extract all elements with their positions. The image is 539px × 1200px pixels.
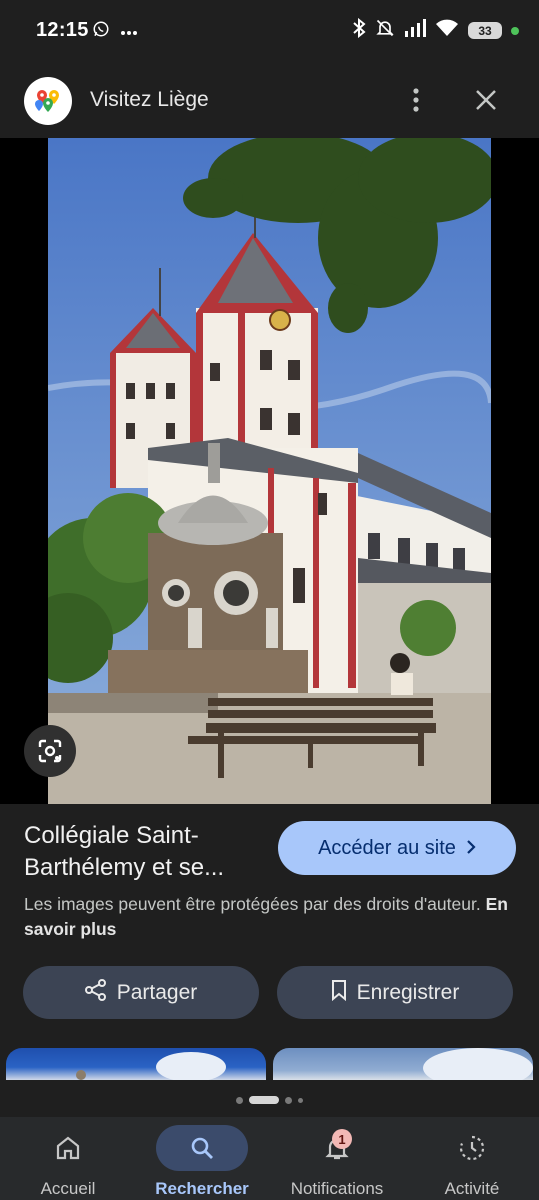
search-icon [156, 1125, 248, 1171]
notification-badge: 1 [332, 1129, 352, 1149]
whatsapp-icon [92, 20, 110, 43]
share-button[interactable]: Partager [23, 966, 259, 1019]
status-bar: 12:15 33 [0, 0, 539, 62]
nav-label-activity: Activité [444, 1179, 500, 1198]
battery-icon: 33 [468, 22, 502, 39]
bluetooth-icon [352, 17, 366, 43]
related-image[interactable] [6, 1048, 266, 1080]
visit-site-button[interactable]: Accéder au site [278, 821, 516, 875]
home-icon [22, 1125, 114, 1171]
place-title[interactable]: Collégiale Saint-Barthélemy et se... [24, 820, 274, 884]
more-vert-icon[interactable] [400, 84, 432, 116]
activity-icon [426, 1125, 518, 1171]
pager-dot [236, 1096, 243, 1104]
nav-item-search[interactable]: Rechercher [137, 1117, 267, 1200]
save-button[interactable]: Enregistrer [277, 966, 513, 1019]
nav-label-home: Accueil [40, 1179, 96, 1198]
related-image[interactable] [273, 1048, 533, 1080]
status-time: 12:15 [36, 19, 89, 41]
wifi-icon [435, 19, 459, 42]
pager-dot-active [249, 1096, 279, 1104]
header-title: Visitez Liège [90, 88, 209, 111]
image-viewer [0, 138, 539, 804]
copyright-text: Les images peuvent être protégées par de… [24, 894, 481, 914]
google-lens-icon[interactable] [24, 725, 76, 777]
chevron-right-icon [466, 837, 476, 860]
header: Visitez Liège [0, 62, 539, 138]
bottom-navigation: Accueil Rechercher 1 Notifications Activ… [0, 1117, 539, 1200]
bookmark-icon [331, 979, 347, 1007]
copyright-notice: Les images peuvent être protégées par de… [24, 892, 514, 942]
pager-dot [285, 1096, 292, 1104]
visit-site-label: Accéder au site [318, 836, 456, 859]
nav-label-search: Rechercher [155, 1179, 249, 1198]
mute-icon [375, 18, 395, 43]
nav-item-activity[interactable]: Activité [407, 1117, 537, 1200]
pager-dot [298, 1097, 303, 1103]
close-icon[interactable] [470, 84, 502, 116]
church-photo[interactable] [48, 138, 491, 804]
nav-item-notifications[interactable]: 1 Notifications [272, 1117, 402, 1200]
nav-item-home[interactable]: Accueil [3, 1117, 133, 1200]
share-icon [84, 978, 107, 1007]
save-label: Enregistrer [356, 980, 460, 1004]
image-pager [0, 1083, 539, 1117]
details-panel: Collégiale Saint-Barthélemy et se... Acc… [0, 804, 539, 1104]
nav-label-notifications: Notifications [290, 1179, 384, 1198]
google-maps-icon [24, 77, 72, 125]
share-label: Partager [116, 980, 198, 1004]
signal-icon [404, 19, 426, 42]
charging-indicator [511, 26, 519, 35]
more-notifications-icon [120, 23, 138, 41]
